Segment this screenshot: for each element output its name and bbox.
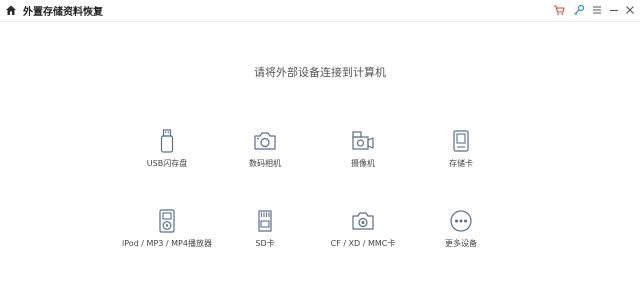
device-label: 数码相机: [249, 159, 281, 168]
page-heading: 请将外部设备连接到计算机: [254, 66, 386, 79]
device-label: 存储卡: [449, 159, 473, 168]
cf-card-icon: [352, 212, 374, 230]
device-usb-drive[interactable]: USB闪存盘: [117, 128, 217, 169]
title-bar: 外置存储资料恢复: [0, 0, 640, 22]
device-label: 摄像机: [351, 159, 375, 168]
device-label: 更多设备: [445, 239, 477, 248]
device-video-camera[interactable]: 摄像机: [313, 128, 413, 169]
device-label: CF / XD / MMC卡: [330, 239, 396, 248]
device-memory-card[interactable]: 存储卡: [411, 128, 511, 169]
app-title: 外置存储资料恢复: [23, 7, 103, 18]
device-digital-camera[interactable]: 数码相机: [215, 128, 315, 169]
close-icon[interactable]: [624, 4, 636, 16]
usb-drive-icon: [160, 129, 174, 153]
device-media-player[interactable]: iPod / MP3 / MP4播放器: [117, 208, 217, 249]
menu-icon[interactable]: [591, 4, 603, 16]
more-devices-icon: [450, 210, 472, 232]
sd-card-icon: [258, 210, 272, 232]
device-label: SD卡: [255, 239, 275, 248]
camera-icon: [254, 132, 276, 150]
device-cf-card[interactable]: CF / XD / MMC卡: [313, 208, 413, 249]
device-label: iPod / MP3 / MP4播放器: [122, 239, 212, 248]
media-player-icon: [159, 209, 175, 233]
device-label: USB闪存盘: [146, 159, 188, 168]
device-sd-card[interactable]: SD卡: [215, 208, 315, 249]
memory-card-icon: [453, 130, 469, 152]
home-icon[interactable]: [5, 4, 17, 16]
cart-icon[interactable]: [553, 4, 565, 16]
key-icon[interactable]: [573, 4, 585, 16]
device-more[interactable]: 更多设备: [411, 208, 511, 249]
minimize-icon[interactable]: [608, 4, 620, 16]
video-camera-icon: [352, 131, 374, 150]
